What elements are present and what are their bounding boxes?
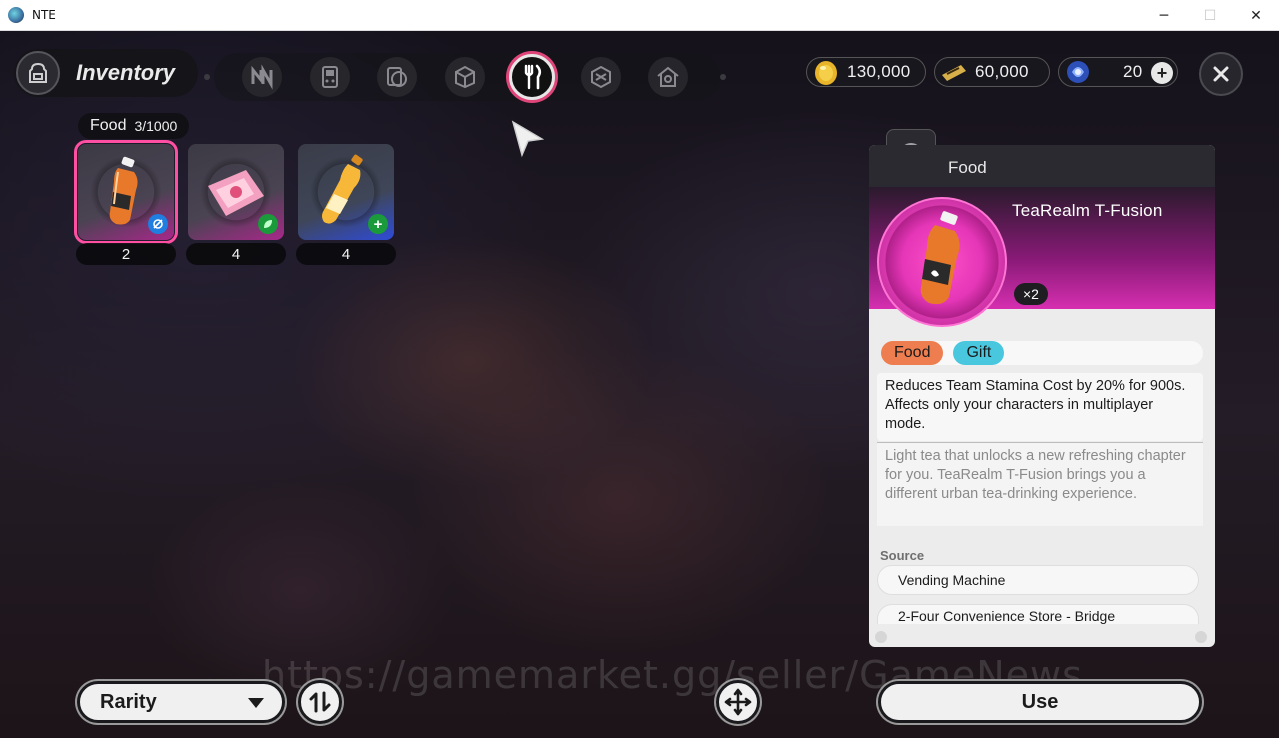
gold-amount: 130,000 — [847, 62, 911, 81]
add-crystal-button[interactable]: + — [1151, 62, 1173, 84]
item-portrait — [877, 197, 1007, 327]
item-quantity: 4 — [186, 243, 286, 265]
source-item[interactable]: Vending Machine — [877, 565, 1199, 595]
blueprint-icon — [591, 65, 611, 89]
item-detail-panel: Food TeaRealm T-Fusion ×2 Food Gift Redu… — [869, 145, 1215, 647]
plus-badge-icon: + — [368, 214, 388, 234]
detail-hero: TeaRealm T-Fusion ×2 — [869, 187, 1215, 327]
tab-scroll-dot-right — [720, 74, 726, 80]
source-item[interactable]: 2-Four Convenience Store - Bridge — [877, 604, 1199, 624]
category-count: 3/1000 — [134, 118, 178, 134]
detail-category: Food — [948, 158, 987, 177]
juice-bottle-icon — [322, 154, 363, 224]
item-quantity: 2 — [76, 243, 176, 265]
item-description: Light tea that unlocks a new refreshing … — [877, 442, 1203, 526]
maximize-button[interactable]: ☐ — [1187, 0, 1233, 31]
close-icon — [1213, 66, 1229, 82]
disc-card-icon — [387, 67, 407, 87]
game-viewport: Inventory 130,000 60,000 20 + Food 3/100… — [0, 31, 1279, 738]
window-titlebar: NTE ─ ☐ ✕ — [0, 0, 1279, 31]
tab-blueprints[interactable] — [581, 57, 621, 97]
detail-header: Food — [869, 145, 1215, 187]
item-slot-tearealm[interactable] — [74, 140, 178, 244]
crystal-amount: 20 — [1123, 62, 1143, 81]
use-button[interactable]: Use — [878, 681, 1202, 723]
window-controls: ─ ☐ ✕ — [1141, 0, 1279, 31]
close-inventory-button[interactable] — [1199, 52, 1243, 96]
item-name: TeaRealm T-Fusion — [1012, 201, 1163, 220]
crystal-icon — [1067, 61, 1089, 83]
tab-gadgets[interactable] — [310, 57, 350, 97]
tag-gift: Gift — [953, 341, 1005, 365]
scroll-indicator-left — [875, 631, 887, 643]
category-tab-bar — [214, 53, 720, 101]
tea-bottle-icon — [109, 156, 138, 225]
gold-coin-icon — [815, 61, 837, 85]
category-label: Food 3/1000 — [78, 113, 190, 139]
tab-food[interactable] — [509, 54, 555, 100]
item-tags: Food Gift — [881, 341, 1203, 365]
tab-housing[interactable] — [648, 57, 688, 97]
home-icon — [657, 66, 679, 87]
ticket-amount: 60,000 — [975, 62, 1029, 81]
snack-bag-icon — [208, 170, 264, 216]
swirl-badge-icon — [148, 214, 168, 234]
currency-ticket: 60,000 — [934, 57, 1050, 87]
mouse-cursor-icon — [511, 120, 545, 158]
special-icon — [251, 64, 273, 90]
category-name: Food — [90, 117, 127, 134]
item-owned-count: ×2 — [1014, 283, 1048, 305]
item-effect: Reduces Team Stamina Cost by 20% for 900… — [877, 373, 1203, 441]
sort-dropdown[interactable]: Rarity — [77, 681, 285, 723]
currency-crystal: 20 + — [1058, 57, 1178, 87]
sort-label: Rarity — [100, 690, 157, 713]
ticket-icon — [942, 65, 966, 81]
tag-food: Food — [881, 341, 944, 365]
window-title: NTE — [32, 8, 56, 22]
currency-gold: 130,000 — [806, 57, 926, 87]
tab-special[interactable] — [242, 57, 282, 97]
backpack-icon — [16, 51, 60, 95]
move-button[interactable] — [716, 680, 760, 724]
sort-arrows-icon — [309, 691, 331, 713]
inventory-header: Inventory — [14, 49, 198, 97]
utensils-icon — [524, 64, 542, 90]
item-quantity: 4 — [296, 243, 396, 265]
scroll-indicator-right — [1195, 631, 1207, 643]
leaf-badge-icon — [258, 214, 278, 234]
cube-icon — [455, 65, 475, 89]
sort-order-button[interactable] — [298, 680, 342, 724]
caret-down-icon — [248, 698, 264, 708]
tab-devices[interactable] — [377, 57, 417, 97]
tab-scroll-dot-left — [204, 74, 210, 80]
app-logo-icon — [8, 7, 24, 23]
minimize-button[interactable]: ─ — [1141, 0, 1187, 31]
crosshair-move-icon — [724, 688, 752, 716]
gameboy-icon — [322, 66, 338, 88]
item-slot-orange-drink[interactable]: + — [298, 144, 394, 240]
tea-bottle-large-icon — [920, 211, 960, 305]
tab-materials[interactable] — [445, 57, 485, 97]
source-heading: Source — [880, 548, 925, 563]
page-title: Inventory — [76, 60, 176, 85]
close-window-button[interactable]: ✕ — [1233, 0, 1279, 31]
item-slot-pink-snack[interactable] — [188, 144, 284, 240]
